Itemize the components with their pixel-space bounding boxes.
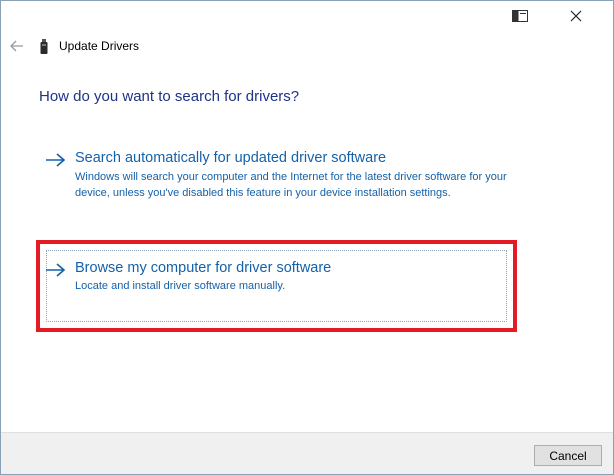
update-drivers-window: Update Drivers How do you want to search… [0,0,614,475]
cancel-button[interactable]: Cancel [534,445,602,466]
page-heading: How do you want to search for drivers? [39,88,300,105]
right-arrow-icon [45,152,67,168]
back-arrow-icon[interactable] [9,38,25,54]
dialog-footer: Cancel [1,432,613,474]
right-arrow-icon [45,262,67,278]
close-icon[interactable] [561,5,591,27]
option-description: Windows will search your computer and th… [75,171,507,199]
option-title[interactable]: Browse my computer for driver software [75,260,331,276]
usb-device-icon [39,39,49,55]
option-title[interactable]: Search automatically for updated driver … [75,150,386,166]
window-title: Update Drivers [59,39,140,53]
option-description: Locate and install driver software manua… [75,280,286,292]
title-bar [1,1,613,31]
restore-window-icon[interactable] [512,9,528,22]
